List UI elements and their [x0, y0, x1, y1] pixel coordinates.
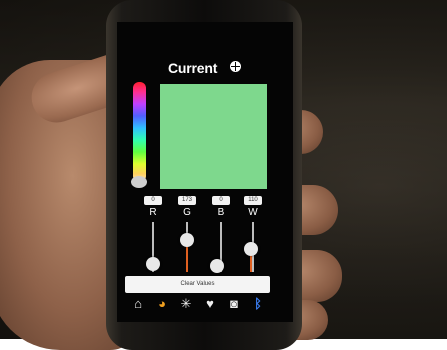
value-box-w[interactable]: 110 [244, 196, 262, 205]
hue-slider-knob[interactable] [131, 176, 147, 188]
channel-label-g: G [183, 207, 191, 218]
heart-icon[interactable]: ♥ [201, 295, 219, 313]
value-box-g[interactable]: 173 [178, 196, 196, 205]
sparkle-icon[interactable]: ✳ [177, 295, 195, 313]
clear-values-button[interactable]: Clear Values [125, 276, 270, 293]
value-box-r[interactable]: 0 [144, 196, 162, 205]
slider-knob-w[interactable] [244, 242, 258, 256]
tab-bar: ⌂ ◕ ✳ ♥ ◙ ᛒ [125, 295, 273, 315]
channel-label-w: W [248, 207, 258, 218]
channel-label-r: R [149, 207, 157, 218]
home-icon[interactable]: ⌂ [129, 295, 147, 313]
channel-label-b: B [217, 207, 225, 218]
value-box-b[interactable]: 0 [212, 196, 230, 205]
camera-icon[interactable]: ◙ [225, 295, 243, 313]
slider-knob-r[interactable] [146, 257, 160, 271]
color-preview[interactable] [160, 84, 267, 189]
bluetooth-icon[interactable]: ᛒ [249, 295, 267, 313]
slider-knob-g[interactable] [180, 233, 194, 247]
logo-icon [230, 61, 241, 72]
slider-knob-b[interactable] [210, 259, 224, 273]
hue-slider[interactable] [133, 82, 146, 182]
palette-icon[interactable]: ◕ [153, 295, 171, 313]
